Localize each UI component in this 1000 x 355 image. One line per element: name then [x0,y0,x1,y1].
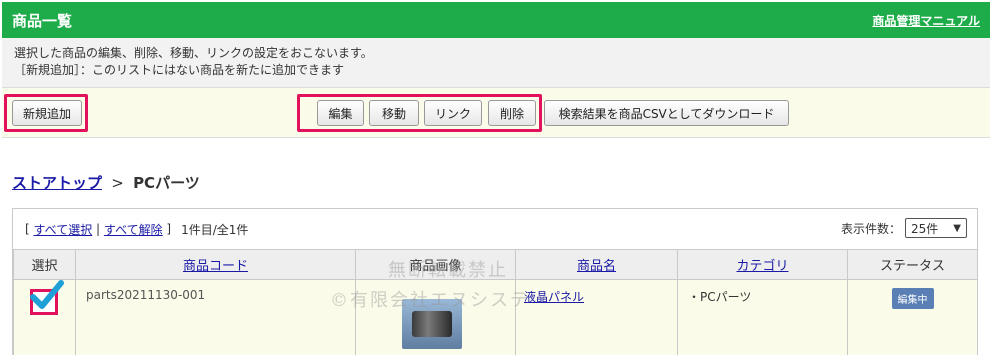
breadcrumb-store-top[interactable]: ストアトップ [12,174,102,192]
page-title: 商品一覧 [12,11,73,30]
bracket-close: ] [166,222,172,236]
deselect-all-link[interactable]: すべて解除 [104,221,163,238]
highlight-new-button [4,94,88,132]
page-header: 商品一覧 商品管理マニュアル [2,2,990,38]
select-all-link[interactable]: すべて選択 [34,221,93,238]
table-header-row: 選択 商品コード 商品画像 商品名 カテゴリ ステータス [13,249,978,280]
bracket-open: [ [25,222,30,236]
manual-link[interactable]: 商品管理マニュアル [872,12,980,29]
link-divider: | [96,222,101,236]
product-thumbnail [402,299,462,349]
info-line-1: 選択した商品の編集、削除、移動、リンクの設定をおこないます。 [14,46,373,60]
product-list-panel: [ すべて選択 | すべて解除 ] 1件目/全1件 表示件数： 25件 ▼ 選択… [12,208,978,355]
per-page-value: 25件 [911,221,939,236]
sort-name-link[interactable]: 商品名 [577,259,616,274]
list-controls: [ すべて選択 | すべて解除 ] 1件目/全1件 [13,209,977,249]
checkmark-icon [30,280,64,309]
sort-code-link[interactable]: 商品コード [183,259,248,274]
breadcrumb-current: PCパーツ [133,174,200,192]
table-row: parts20211130-001 液晶パネル ・PCパーツ 編集中 [13,279,978,355]
info-line-2: ［新規追加］：このリストにはない商品を新たに追加できます [14,63,345,77]
info-text: 選択した商品の編集、削除、移動、リンクの設定をおこないます。 ［新規追加］：この… [2,38,990,88]
per-page-label: 表示件数： [840,221,901,236]
product-table: 選択 商品コード 商品画像 商品名 カテゴリ ステータス parts202111… [13,249,978,355]
product-code: parts20211130-001 [75,279,356,355]
per-page-control: 表示件数： 25件 ▼ [841,218,967,238]
column-name[interactable]: 商品名 [515,249,678,280]
breadcrumb: ストアトップ > PCパーツ [12,172,200,193]
column-status: ステータス [847,249,978,280]
column-image: 商品画像 [355,249,516,280]
result-count: 1件目/全1件 [181,222,249,237]
column-code[interactable]: 商品コード [75,249,356,280]
breadcrumb-separator: > [111,174,124,192]
status-cell: 編集中 [847,279,978,355]
chevron-down-icon: ▼ [953,222,961,234]
status-badge: 編集中 [891,288,934,309]
per-page-select[interactable]: 25件 ▼ [905,218,967,238]
sort-category-link[interactable]: カテゴリ [736,259,788,274]
product-name-link[interactable]: 液晶パネル [524,290,584,304]
product-category: ・PCパーツ [677,279,848,355]
name-cell[interactable]: 液晶パネル [515,279,678,355]
column-category[interactable]: カテゴリ [677,249,848,280]
highlight-action-buttons [297,94,542,132]
csv-download-button[interactable]: 検索結果を商品CSVとしてダウンロード [544,100,789,126]
